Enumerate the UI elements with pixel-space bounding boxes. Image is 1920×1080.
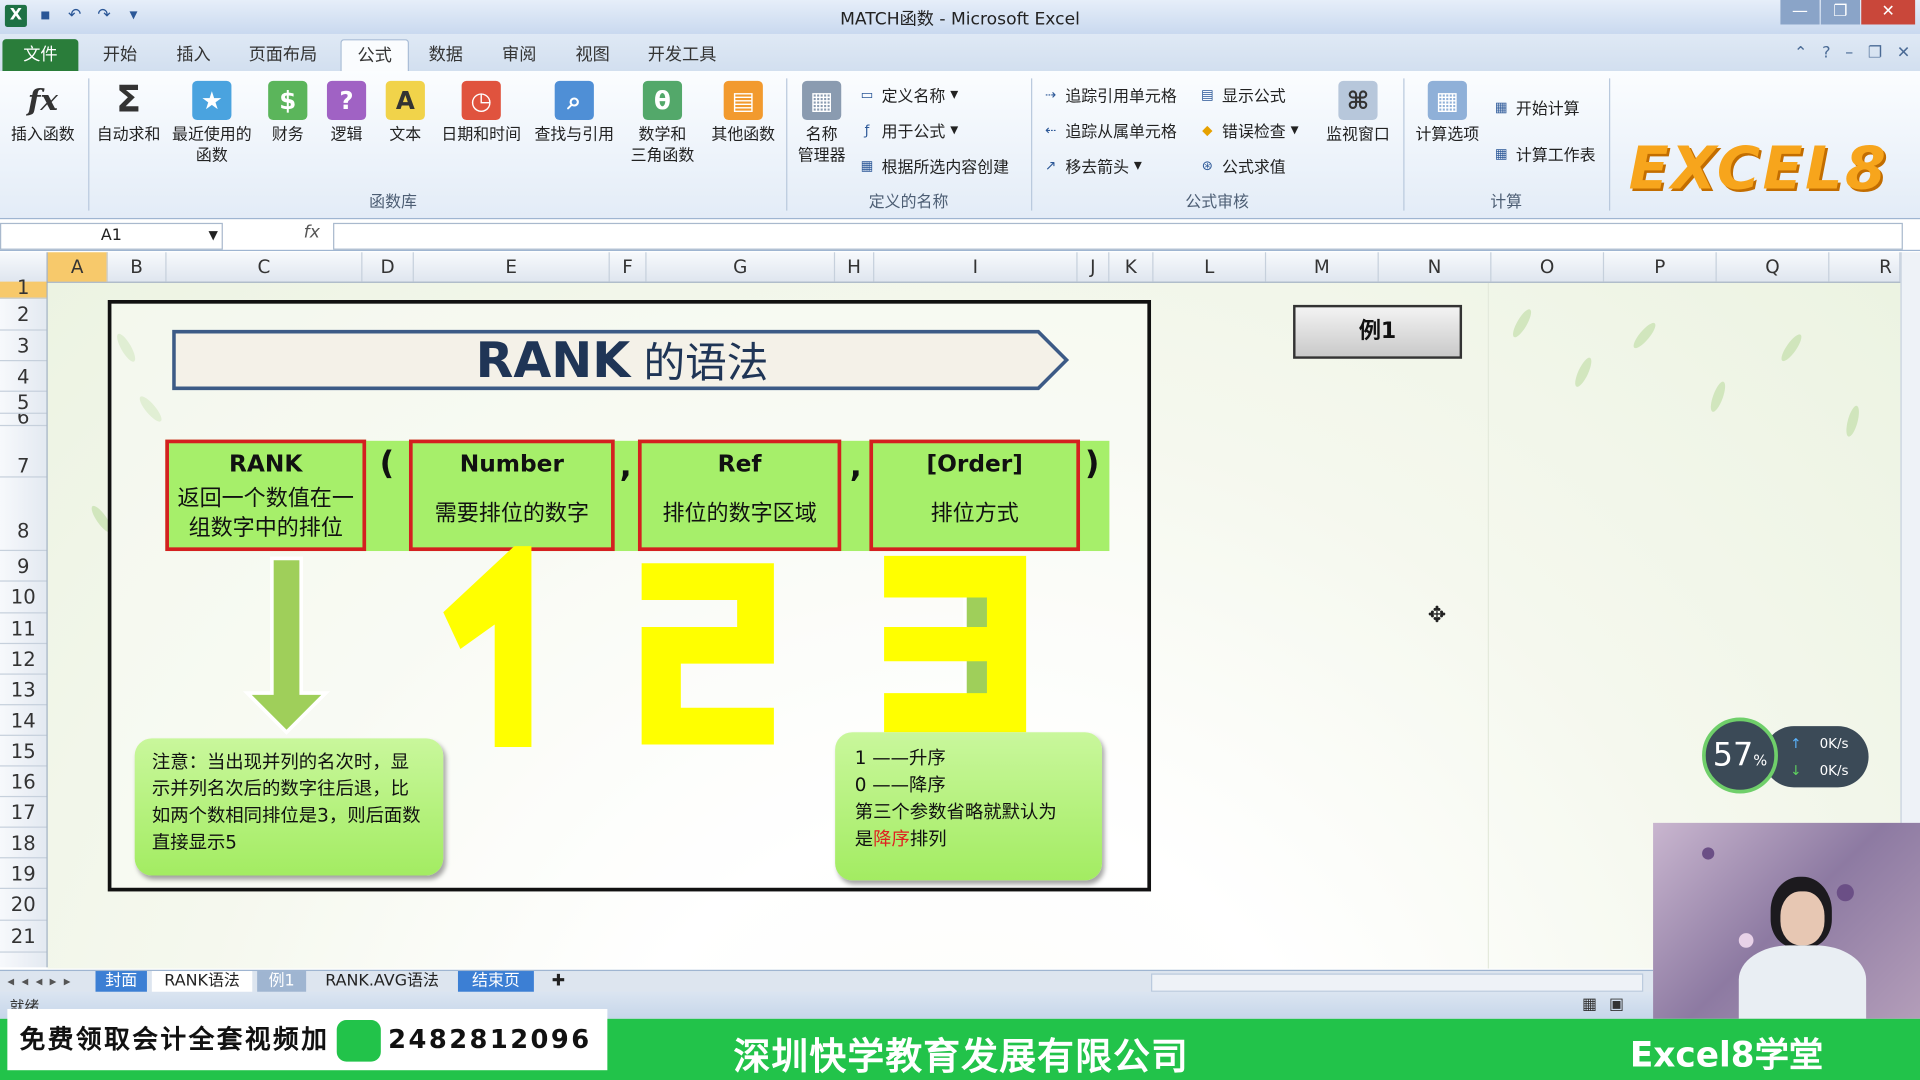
sheet-tab-bar: ◂◂◂▸▸ 封面 RANK语法 例1 RANK.AVG语法 结束页 ✚ — [0, 969, 1654, 994]
page-layout-view-icon[interactable]: ▣ — [1609, 996, 1624, 1014]
example-1-button[interactable]: 例1 — [1293, 304, 1463, 359]
note-left: 注意：当出现并列的名次时，显示并列名次后的数字往后退，比如两个数相同排位是3，则… — [134, 738, 444, 876]
yellow-number-one-icon — [443, 546, 532, 747]
sheet-tab[interactable]: RANK.AVG语法 — [311, 971, 454, 992]
yellow-number-three-icon — [884, 555, 1027, 733]
yellow-number-two-icon — [641, 563, 774, 745]
webcam-overlay — [1653, 822, 1920, 1019]
cpu-percent: 57% — [1702, 717, 1778, 794]
sheet-tab[interactable]: 例1 — [257, 971, 307, 992]
speed-pill: ↑ 0K/s ↓ 0K/s — [1763, 726, 1869, 788]
note-right: 1 ——升序 0 ——降序 第三个参数省略就默认为 是降序排列 — [835, 732, 1103, 881]
insert-sheet-icon[interactable]: ✚ — [546, 971, 570, 992]
upload-arrow-icon: ↑ — [1790, 735, 1802, 752]
cross-cursor-icon: ✥ — [1427, 602, 1447, 629]
brand-name: Excel8学堂 — [1629, 1034, 1824, 1076]
slide-graphics — [242, 546, 1027, 747]
promo-phone: 2482812096 — [388, 1024, 592, 1055]
upload-speed: 0K/s — [1819, 735, 1849, 752]
company-name: 深圳快学教育发展有限公司 — [733, 1035, 1189, 1079]
download-speed: 0K/s — [1819, 762, 1849, 779]
sheet-tab-active[interactable]: RANK语法 — [151, 971, 253, 992]
horizontal-scrollbar[interactable] — [1151, 973, 1644, 992]
sheet-tab[interactable]: 封面 — [95, 971, 147, 992]
download-arrow-icon: ↓ — [1790, 762, 1802, 779]
excel-window: X ▪ ↶ ↷ ▾ MATCH函数 - Microsoft Excel — ❐ … — [0, 0, 1920, 1080]
sheet-tab[interactable]: 结束页 — [457, 971, 534, 992]
network-speed-widget: ↑ 0K/s ↓ 0K/s 57% — [1702, 717, 1869, 799]
down-arrow-left — [242, 556, 331, 735]
normal-view-icon[interactable]: ▦ — [1582, 996, 1597, 1014]
sheet-nav-arrows-icon[interactable]: ◂◂◂▸▸ — [7, 971, 78, 992]
wechat-icon — [336, 1020, 381, 1062]
promo-left: 免费领取会计全套视频加 2482812096 — [7, 1008, 608, 1071]
highlight-descending: 降序 — [873, 827, 910, 850]
